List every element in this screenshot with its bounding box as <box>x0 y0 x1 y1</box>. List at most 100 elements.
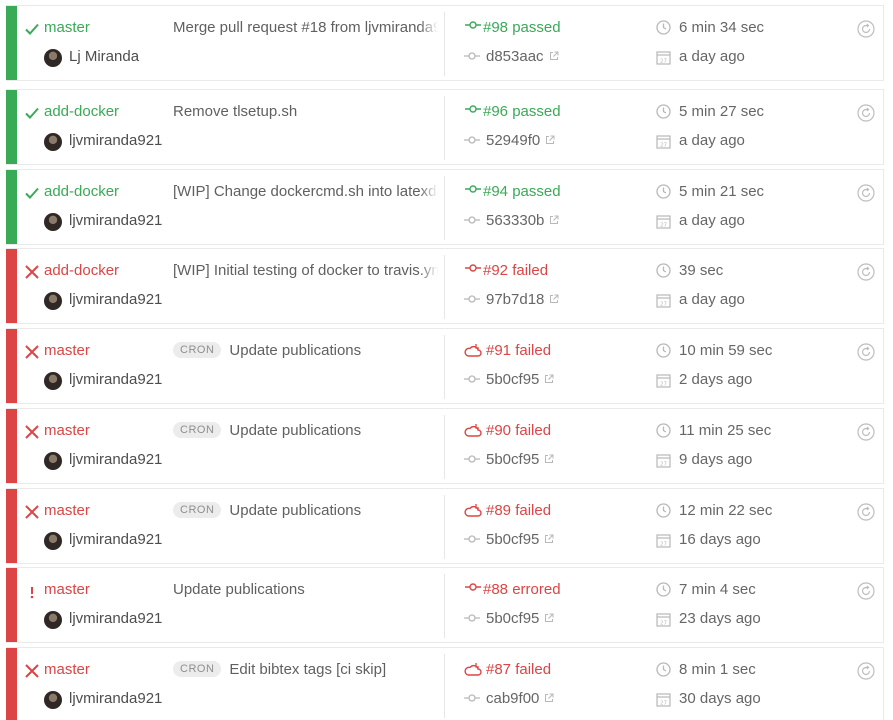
commit-sha-link[interactable]: d853aac <box>486 48 559 65</box>
build-number-status[interactable]: #94 passed <box>483 183 561 200</box>
row-divider <box>444 96 445 160</box>
author-avatar <box>44 611 62 629</box>
author-avatar <box>44 372 62 390</box>
branch-name[interactable]: master <box>44 19 90 36</box>
commit-sha[interactable]: 5b0cf95 <box>486 451 539 468</box>
build-status-bar <box>6 6 17 80</box>
external-link-icon[interactable] <box>545 135 555 145</box>
build-row[interactable]: add-docker ljvmiranda921 [WIP] Initial t… <box>6 248 884 324</box>
build-number-status[interactable]: #90 failed <box>486 422 551 439</box>
build-number-status[interactable]: #96 passed <box>483 103 561 120</box>
commit-sha-link[interactable]: 52949f0 <box>486 132 555 149</box>
commit-sha-link[interactable]: 5b0cf95 <box>486 451 554 468</box>
commit-sha-link[interactable]: 563330b <box>486 212 559 229</box>
svg-text:27: 27 <box>660 382 667 388</box>
build-number-status[interactable]: #87 failed <box>486 661 551 678</box>
build-number-status[interactable]: #88 errored <box>483 581 561 598</box>
commit-message-text: Update publications <box>229 502 362 519</box>
branch-name[interactable]: master <box>44 502 90 519</box>
build-status-bar <box>6 329 17 403</box>
restart-icon[interactable] <box>857 20 875 38</box>
commit-message-text: Remove tlsetup.sh <box>173 103 298 120</box>
build-number-status[interactable]: #89 failed <box>486 502 551 519</box>
branch-name[interactable]: master <box>44 581 90 598</box>
external-link-icon[interactable] <box>544 693 554 703</box>
commit-sha[interactable]: 5b0cf95 <box>486 371 539 388</box>
build-number-status[interactable]: #92 failed <box>483 262 548 279</box>
commit-sha-link[interactable]: 97b7d18 <box>486 291 559 308</box>
commit-message: Remove tlsetup.sh <box>173 103 438 125</box>
calendar-icon: 27 <box>656 134 671 149</box>
external-link-icon[interactable] <box>544 613 554 623</box>
build-number-status[interactable]: #98 passed <box>483 19 561 36</box>
commit-author: ljvmiranda921 <box>69 212 163 229</box>
restart-icon[interactable] <box>857 582 875 600</box>
external-link-icon[interactable] <box>544 454 554 464</box>
clock-icon <box>656 582 671 597</box>
commit-sha[interactable]: 5b0cf95 <box>486 531 539 548</box>
commit-sha[interactable]: 563330b <box>486 212 544 229</box>
build-row[interactable]: master ljvmiranda921 CRON Update publicat… <box>6 488 884 564</box>
branch-name[interactable]: add-docker <box>44 103 119 120</box>
build-row[interactable]: master ljvmiranda921 Update publications… <box>6 567 884 643</box>
restart-icon[interactable] <box>857 662 875 680</box>
commit-author: ljvmiranda921 <box>69 291 163 308</box>
row-divider <box>444 415 445 479</box>
row-divider <box>444 335 445 399</box>
external-link-icon[interactable] <box>549 51 559 61</box>
build-row[interactable]: master ljvmiranda921 CRON Update publicat… <box>6 408 884 484</box>
branch-name[interactable]: master <box>44 661 90 678</box>
commit-sha[interactable]: cab9f00 <box>486 690 539 707</box>
commit-sha[interactable]: 52949f0 <box>486 132 540 149</box>
restart-icon[interactable] <box>857 343 875 361</box>
build-number-status[interactable]: #91 failed <box>486 342 551 359</box>
restart-icon[interactable] <box>857 104 875 122</box>
calendar-icon: 27 <box>656 453 671 468</box>
build-row[interactable]: master ljvmiranda921 CRON Edit bibtex tag… <box>6 647 884 720</box>
commit-author: Lj Miranda <box>69 48 140 65</box>
commit-message-text: Update publications <box>229 342 362 359</box>
commit-sha-link[interactable]: 5b0cf95 <box>486 531 554 548</box>
restart-icon[interactable] <box>857 423 875 441</box>
commit-icon <box>464 533 480 545</box>
cron-badge: CRON <box>173 342 222 358</box>
commit-sha-link[interactable]: cab9f00 <box>486 690 554 707</box>
calendar-icon: 27 <box>656 50 671 65</box>
build-row[interactable]: add-docker ljvmiranda921 Remove tlsetup.… <box>6 89 884 165</box>
branch-name[interactable]: master <box>44 422 90 439</box>
cron-cloud-icon <box>464 662 482 678</box>
restart-icon[interactable] <box>857 503 875 521</box>
commit-message: CRON Update publications <box>173 502 438 524</box>
build-status-bar <box>6 170 17 244</box>
cron-cloud-icon <box>464 423 482 439</box>
build-duration: 8 min 1 sec <box>679 661 756 678</box>
commit-sha-link[interactable]: 5b0cf95 <box>486 610 554 627</box>
cross-icon <box>24 504 40 520</box>
commit-message-text: Update publications <box>229 422 362 439</box>
row-divider <box>444 255 445 319</box>
branch-name[interactable]: add-docker <box>44 183 119 200</box>
commit-icon <box>464 612 480 624</box>
external-link-icon[interactable] <box>549 294 559 304</box>
external-link-icon[interactable] <box>544 534 554 544</box>
external-link-icon[interactable] <box>549 215 559 225</box>
commit-sha[interactable]: 5b0cf95 <box>486 610 539 627</box>
build-row[interactable]: add-docker ljvmiranda921 [WIP] Change do… <box>6 169 884 245</box>
external-link-icon[interactable] <box>544 374 554 384</box>
commit-icon <box>464 134 480 146</box>
build-row[interactable]: master Lj Miranda Merge pull request #18… <box>6 5 884 81</box>
svg-text:27: 27 <box>660 542 667 548</box>
commit-sha-link[interactable]: 5b0cf95 <box>486 371 554 388</box>
commit-sha[interactable]: d853aac <box>486 48 544 65</box>
finished-time: 23 days ago <box>679 610 761 627</box>
svg-text:27: 27 <box>660 462 667 468</box>
branch-name[interactable]: master <box>44 342 90 359</box>
build-row[interactable]: master ljvmiranda921 CRON Update publicat… <box>6 328 884 404</box>
restart-icon[interactable] <box>857 184 875 202</box>
commit-author: ljvmiranda921 <box>69 451 163 468</box>
restart-icon[interactable] <box>857 263 875 281</box>
commit-sha[interactable]: 97b7d18 <box>486 291 544 308</box>
row-divider <box>444 495 445 559</box>
svg-text:27: 27 <box>660 59 667 65</box>
branch-name[interactable]: add-docker <box>44 262 119 279</box>
